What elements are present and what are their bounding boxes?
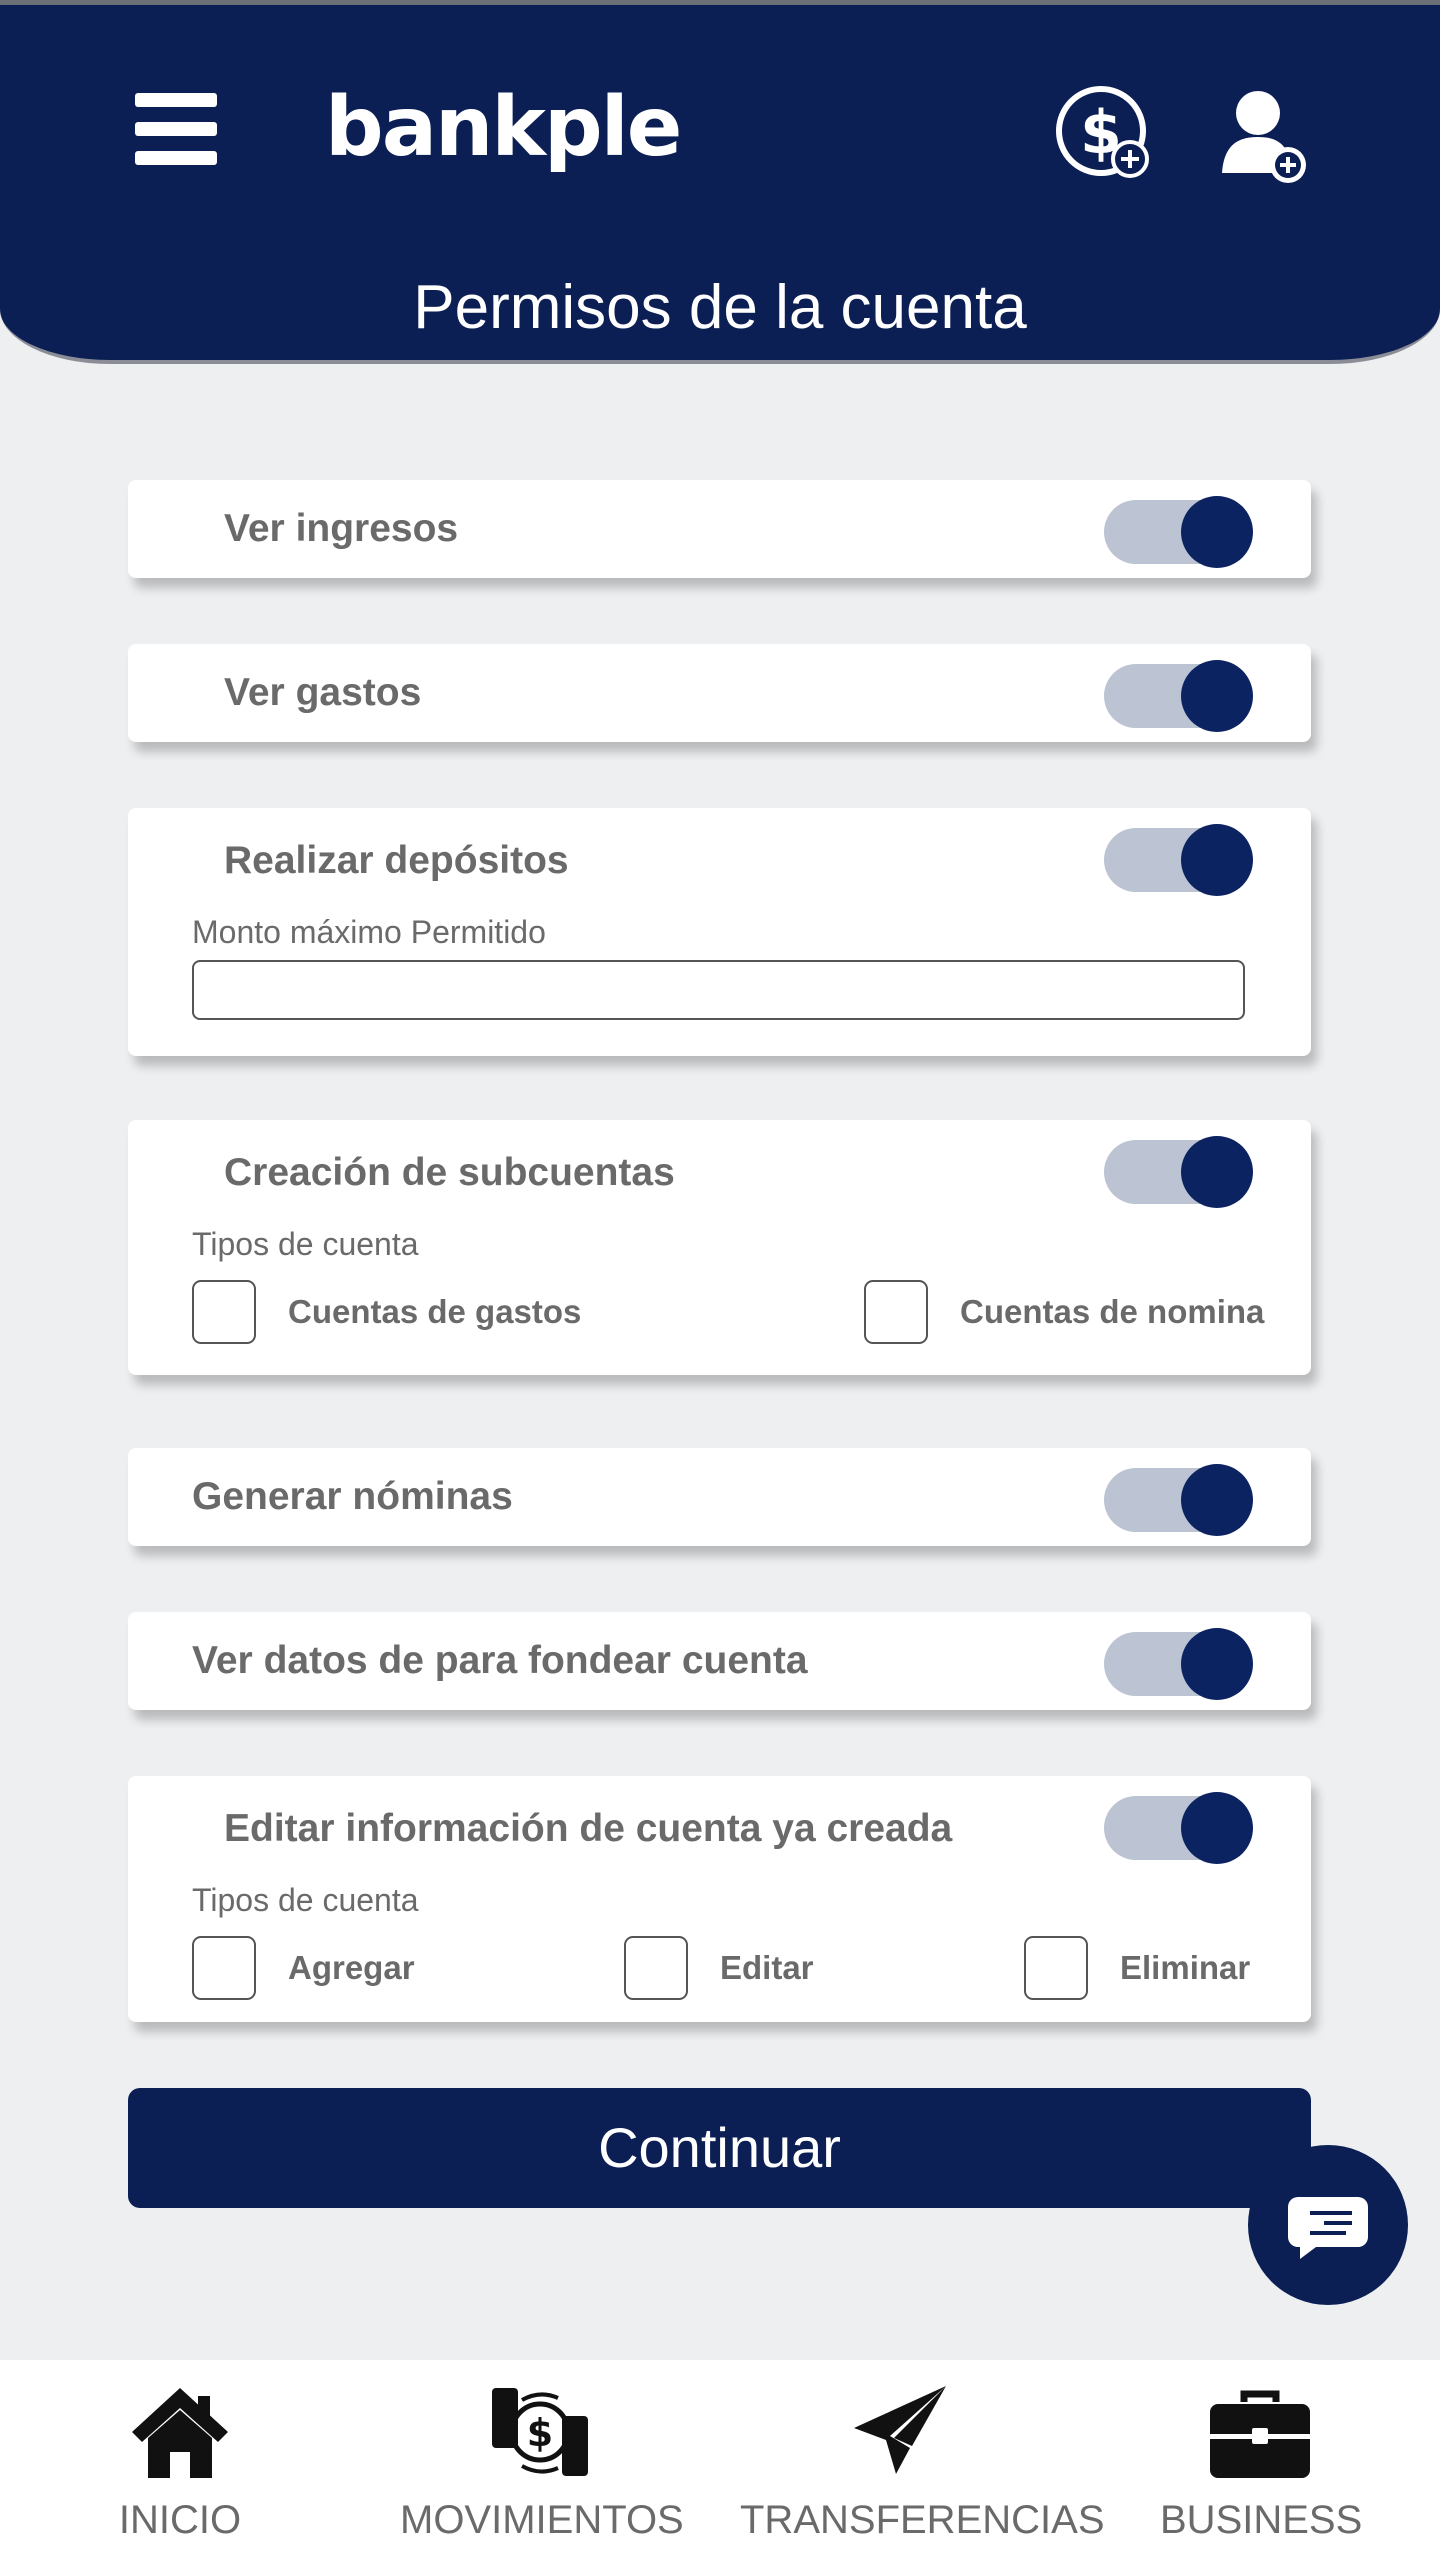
home-icon (132, 2388, 228, 2478)
nav-item-movimientos[interactable]: $ MOVIMIENTOS (400, 2360, 684, 2560)
permission-card-editar-informacion: Editar información de cuenta ya creada T… (128, 1776, 1311, 2022)
nav-item-business[interactable]: BUSINESS (1160, 2360, 1363, 2560)
paper-plane-icon (854, 2386, 946, 2474)
checkbox-label: Eliminar (1120, 1949, 1251, 1986)
permission-card-realizar-depositos: Realizar depósitos Monto máximo Permitid… (128, 808, 1311, 1056)
app-header: bankple $ Permisos de la cuenta (0, 5, 1440, 364)
logo: bankple (325, 80, 682, 175)
toggle-generar-nominas[interactable] (1104, 1464, 1253, 1536)
page-title: Permisos de la cuenta (413, 273, 1027, 342)
permission-label: Editar información de cuenta ya creada (224, 1807, 953, 1850)
checkbox-cuentas-gastos[interactable] (192, 1280, 256, 1344)
permission-card-ver-gastos: Ver gastos (128, 644, 1311, 742)
toggle-creacion-subcuentas[interactable] (1104, 1136, 1253, 1208)
chat-icon (1288, 2197, 1368, 2259)
nav-label: TRANSFERENCIAS (740, 2498, 1105, 2542)
money-exchange-icon: $ (492, 2388, 588, 2476)
nav-label: BUSINESS (1160, 2498, 1363, 2542)
nav-item-transferencias[interactable]: TRANSFERENCIAS (740, 2360, 1105, 2560)
toggle-editar-informacion[interactable] (1104, 1792, 1253, 1864)
nav-item-inicio[interactable]: INICIO (90, 2360, 270, 2560)
toggle-ver-gastos[interactable] (1104, 660, 1253, 732)
permission-label: Ver datos de para fondear cuenta (192, 1639, 808, 1682)
permission-label: Ver gastos (224, 671, 422, 714)
chat-button[interactable] (1248, 2145, 1408, 2305)
toggle-realizar-depositos[interactable] (1104, 824, 1253, 896)
checkbox-label: Cuentas de gastos (288, 1293, 582, 1330)
permission-label: Ver ingresos (224, 507, 459, 550)
checkbox-label: Cuentas de nomina (960, 1293, 1265, 1330)
permission-card-ver-ingresos: Ver ingresos (128, 480, 1311, 578)
checkbox-label: Editar (720, 1949, 814, 1986)
svg-text:$: $ (527, 2411, 553, 2455)
permission-label: Realizar depósitos (224, 839, 569, 882)
permission-label: Creación de subcuentas (224, 1151, 675, 1194)
account-types-label: Tipos de cuenta (192, 1226, 419, 1262)
continue-button[interactable]: Continuar (128, 2088, 1311, 2208)
toggle-fondear-cuenta[interactable] (1104, 1628, 1253, 1700)
checkbox-editar[interactable] (624, 1936, 688, 2000)
toggle-ver-ingresos[interactable] (1104, 496, 1253, 568)
nav-label: MOVIMIENTOS (400, 2498, 684, 2542)
bottom-nav: INICIO $ MOVIMIENTOS TRANSFERENCIAS BUSI… (0, 2360, 1440, 2560)
max-amount-label: Monto máximo Permitido (192, 914, 546, 950)
permission-card-fondear-cuenta: Ver datos de para fondear cuenta (128, 1612, 1311, 1710)
checkbox-agregar[interactable] (192, 1936, 256, 2000)
nav-label: INICIO (118, 2498, 242, 2542)
account-types-label: Tipos de cuenta (192, 1882, 419, 1918)
permission-label: Generar nóminas (192, 1475, 513, 1518)
menu-icon[interactable] (135, 93, 217, 165)
dollar-plus-icon[interactable]: $ (1055, 83, 1155, 183)
checkbox-cuentas-nomina[interactable] (864, 1280, 928, 1344)
permission-card-creacion-subcuentas: Creación de subcuentas Tipos de cuenta C… (128, 1120, 1311, 1375)
max-amount-input[interactable] (192, 960, 1245, 1020)
checkbox-eliminar[interactable] (1024, 1936, 1088, 2000)
checkbox-label: Agregar (288, 1949, 415, 1986)
permission-card-generar-nominas: Generar nóminas (128, 1448, 1311, 1546)
user-plus-icon[interactable] (1220, 85, 1310, 185)
briefcase-icon (1210, 2390, 1310, 2478)
